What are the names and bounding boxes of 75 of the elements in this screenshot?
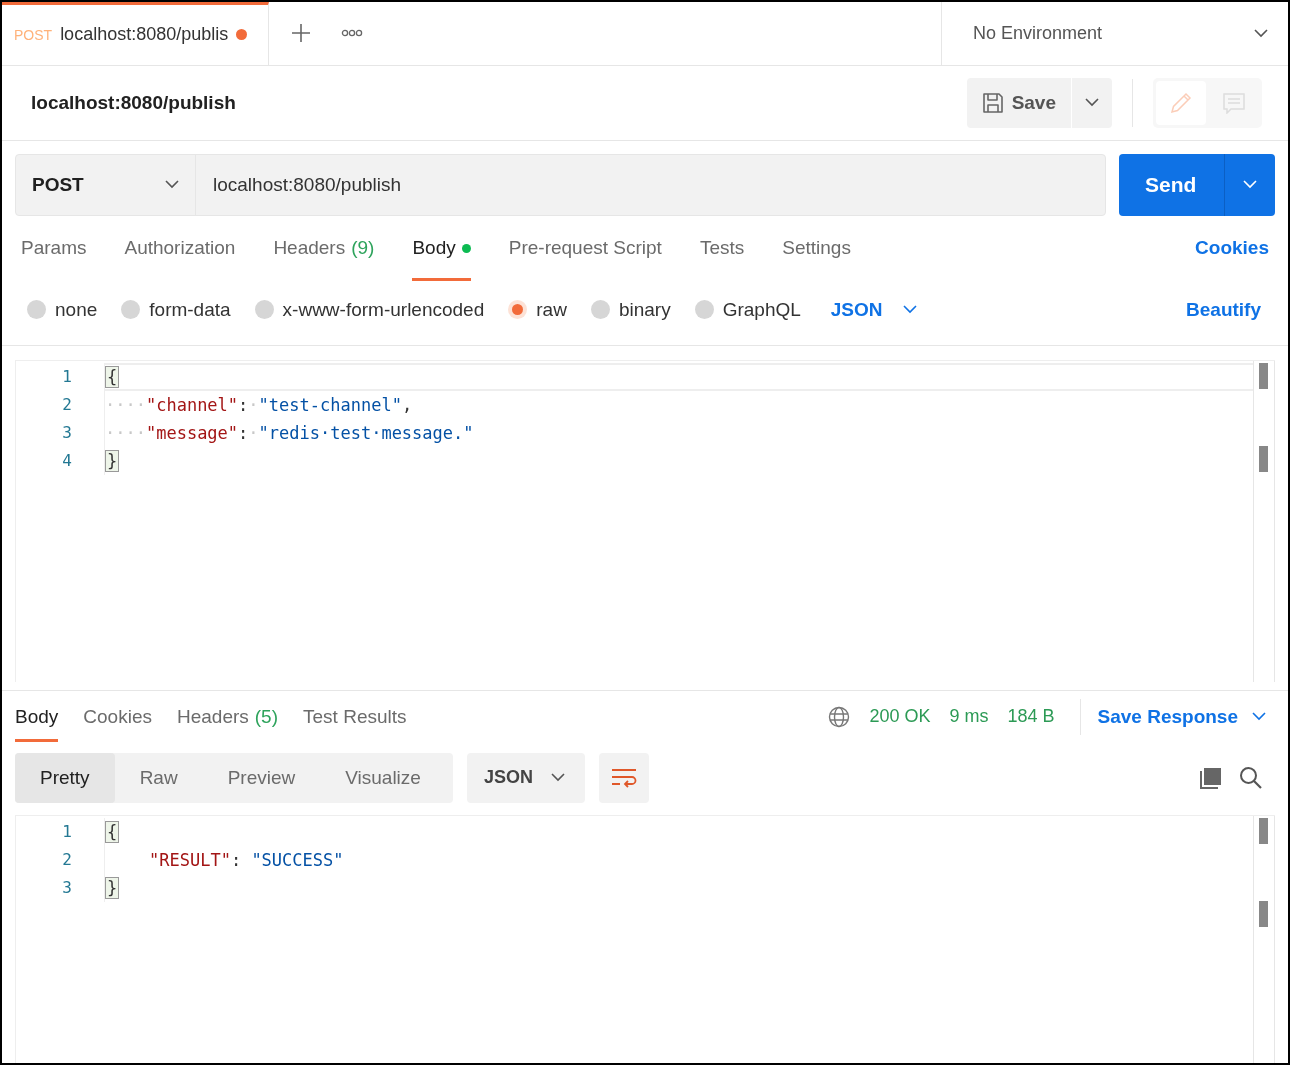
globe-icon (828, 705, 851, 728)
search-icon[interactable] (1239, 766, 1262, 790)
request-option-tab[interactable]: Settings (782, 215, 851, 282)
code-line: } (104, 873, 120, 902)
radio-label: x-www-form-urlencoded (282, 298, 485, 321)
scrollbar[interactable] (1253, 360, 1275, 683)
code-line: { (104, 362, 1253, 391)
code-line: } (104, 446, 120, 475)
code-line: ····"message":·"redis·test·message." (104, 418, 474, 447)
radio-label: binary (618, 298, 671, 321)
radio-button[interactable] (27, 300, 46, 320)
radio-button[interactable] (590, 300, 610, 320)
line-number: 2 (61, 850, 72, 870)
wrap-icon (611, 767, 637, 788)
request-option-tab[interactable]: Pre-request Script (508, 215, 662, 282)
method-label: POST (14, 26, 53, 43)
request-title: localhost:8080/publish (31, 91, 237, 114)
radio-button[interactable] (508, 300, 528, 320)
add-icon[interactable] (291, 23, 311, 44)
request-option-tab[interactable]: Authorization (124, 215, 236, 282)
response-size: 184 B (1007, 706, 1055, 728)
code-line: { (104, 817, 120, 846)
save-options-button[interactable] (1071, 77, 1112, 128)
line-number: 4 (61, 451, 72, 471)
copy-icon[interactable] (1199, 765, 1223, 790)
request-option-tab[interactable]: Body (412, 215, 471, 282)
request-tab[interactable]: POST localhost:8080/publis (2, 2, 269, 65)
pencil-icon (1169, 90, 1193, 115)
environment-select[interactable]: No Environment (941, 2, 1288, 65)
code-line: ····"channel":·"test-channel", (104, 390, 413, 419)
radio-label: form-data (149, 298, 231, 321)
response-tab[interactable]: Test Results (303, 691, 407, 743)
line-number: 1 (61, 367, 72, 387)
tab-title: localhost:8080/publis (60, 24, 229, 46)
request-option-tab[interactable]: Headers (9) (273, 215, 375, 282)
comment-icon (1222, 91, 1246, 114)
more-icon[interactable] (341, 29, 363, 38)
language-select[interactable]: JSON (830, 298, 917, 321)
radio-label: GraphQL (722, 298, 801, 321)
radio-label: raw (536, 298, 567, 321)
line-number: 2 (61, 395, 72, 415)
save-icon (981, 91, 1004, 114)
response-language-select[interactable]: JSON (467, 753, 585, 803)
beautify-link[interactable]: Beautify (1186, 298, 1261, 321)
code-line: "RESULT": "SUCCESS" (104, 845, 344, 874)
view-mode-tab[interactable]: Preview (202, 753, 321, 803)
scrollbar[interactable] (1253, 815, 1275, 1063)
chevron-down-icon (902, 305, 917, 315)
request-option-tab[interactable]: Tests (699, 215, 745, 282)
view-mode-tab[interactable]: Pretty (15, 753, 115, 803)
cookies-link[interactable]: Cookies (1195, 215, 1269, 282)
save-button[interactable]: Save (966, 77, 1071, 128)
line-number: 3 (61, 878, 72, 898)
chevron-down-icon (1254, 28, 1268, 38)
chevron-down-icon (1085, 98, 1099, 108)
response-time: 9 ms (949, 706, 989, 728)
status-code: 200 OK (869, 706, 931, 728)
edit-button[interactable] (1156, 80, 1206, 125)
chevron-down-icon (551, 773, 565, 783)
radio-label: none (55, 298, 98, 321)
line-number: 3 (61, 423, 72, 443)
chevron-down-icon (1243, 180, 1257, 190)
radio-button[interactable] (254, 300, 274, 320)
request-option-tab[interactable]: Params (21, 215, 87, 282)
save-response-button[interactable]: Save Response (1097, 691, 1266, 743)
line-number: 1 (61, 822, 72, 842)
view-mode-tab[interactable]: Raw (114, 753, 203, 803)
wrap-lines-button[interactable] (599, 753, 649, 803)
view-mode-tab[interactable]: Visualize (320, 753, 446, 803)
radio-button[interactable] (694, 300, 714, 320)
radio-button[interactable] (121, 300, 141, 320)
response-tab[interactable]: Body (15, 691, 59, 743)
response-tab[interactable]: Headers (5) (176, 691, 279, 743)
chevron-down-icon (1252, 712, 1266, 722)
response-tab[interactable]: Cookies (83, 691, 152, 743)
